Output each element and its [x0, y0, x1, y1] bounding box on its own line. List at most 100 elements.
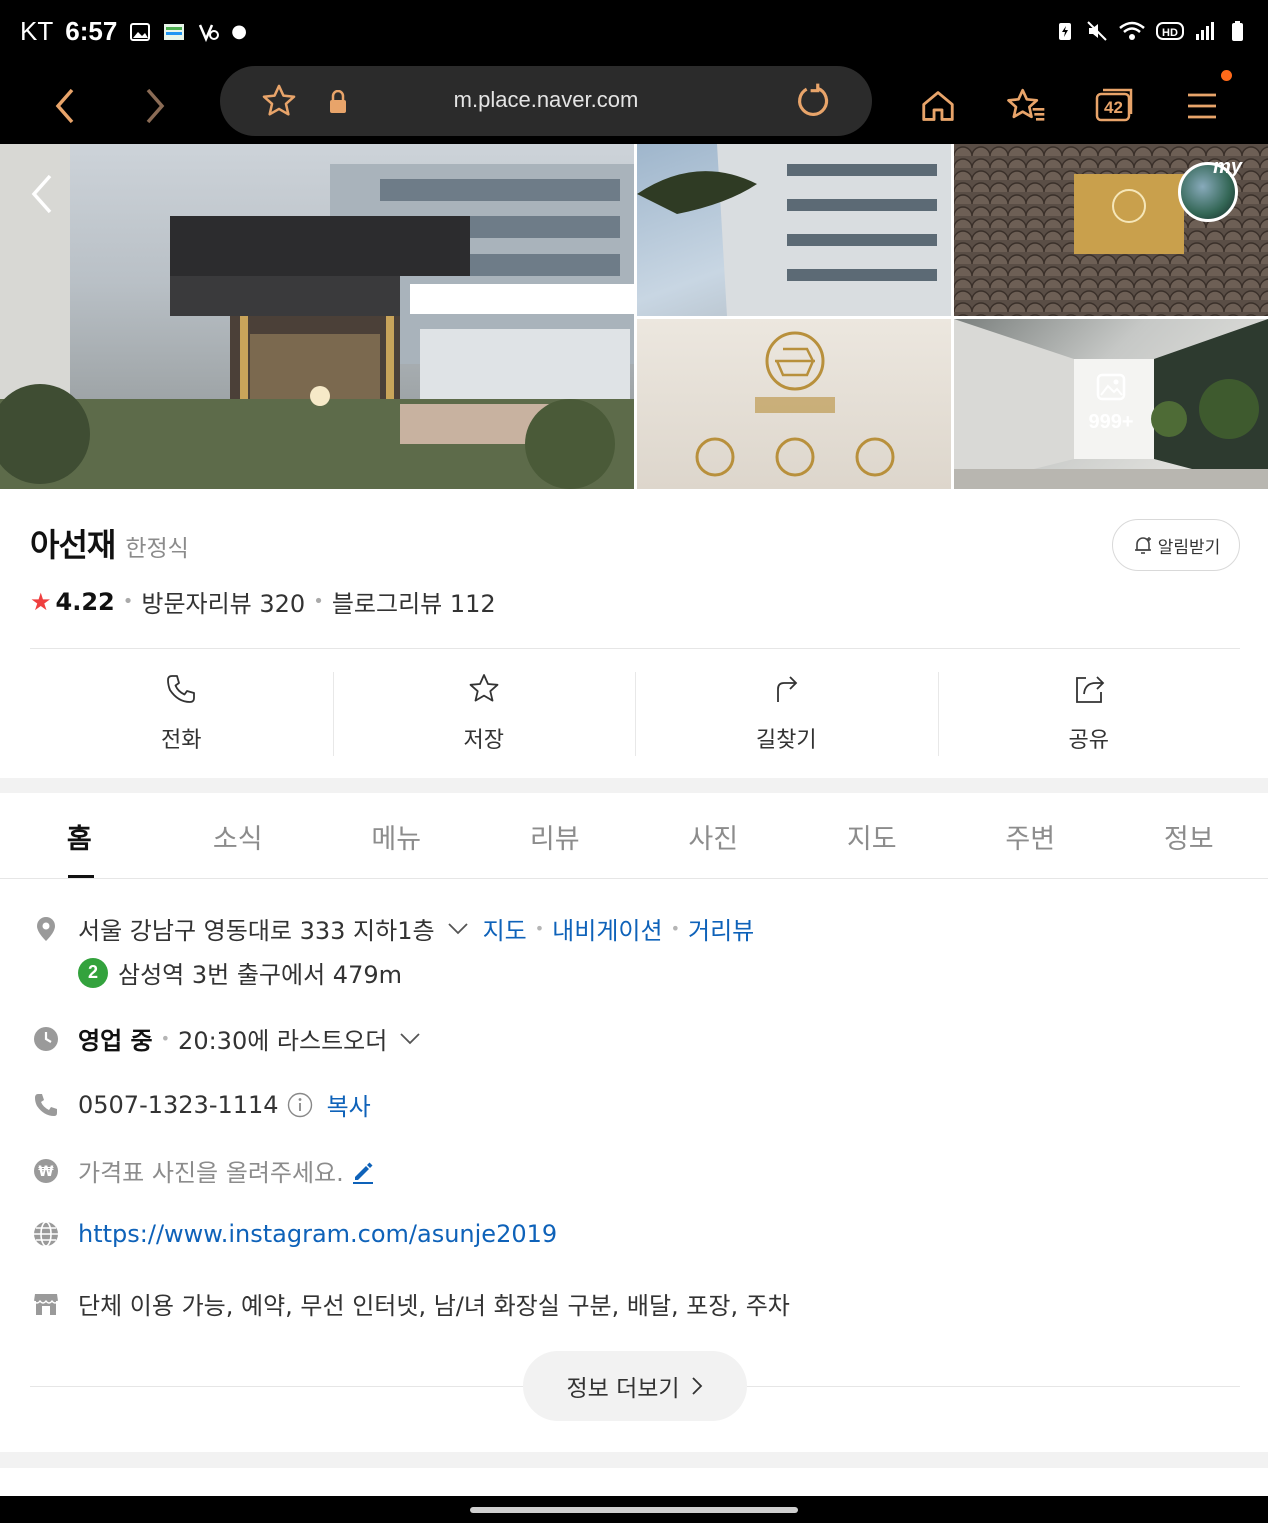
- home-button[interactable]: [910, 78, 966, 134]
- section-gap: [0, 778, 1268, 793]
- reload-icon[interactable]: [794, 82, 832, 120]
- home-gesture-handle[interactable]: [470, 1507, 798, 1513]
- svg-text:₩: ₩: [38, 1164, 54, 1180]
- navigation-link[interactable]: 내비게이션: [552, 911, 662, 946]
- sign-photo[interactable]: my: [954, 144, 1268, 316]
- amenities-text: 단체 이용 가능, 예약, 무선 인터넷, 남/녀 화장실 구분, 배달, 포장…: [78, 1292, 790, 1320]
- logo-photo[interactable]: [637, 319, 951, 489]
- location-pin-icon: [37, 916, 55, 941]
- rating-row: ★ 4.22 • 방문자리뷰 320 • 블로그리뷰 112: [30, 584, 496, 619]
- battery-icon: [1232, 21, 1243, 41]
- tab-menu[interactable]: 메뉴: [317, 793, 476, 878]
- place-category: 한정식: [125, 536, 189, 562]
- photo-back-chevron-icon[interactable]: [26, 172, 56, 216]
- globe-icon: [34, 1221, 58, 1247]
- url-text: m.place.naver.com: [453, 87, 639, 112]
- save-button[interactable]: 저장: [332, 672, 636, 756]
- visitor-reviews-link[interactable]: 방문자리뷰 320: [141, 584, 305, 619]
- photo-gallery: my 999+: [0, 144, 1268, 489]
- menu-button[interactable]: [1174, 78, 1230, 134]
- separator-dot: •: [160, 1029, 171, 1048]
- more-info-button[interactable]: 정보 더보기: [523, 1351, 747, 1421]
- amenities-row: 단체 이용 가능, 예약, 무선 인터넷, 남/녀 화장실 구분, 배달, 포장…: [32, 1286, 790, 1321]
- place-title: 아선재 한정식: [30, 520, 189, 566]
- save-label: 저장: [463, 728, 504, 753]
- divider: [30, 648, 1240, 649]
- home-icon: [922, 91, 954, 121]
- price-row: ₩ 가격표 사진을 올려주세요.: [32, 1153, 376, 1188]
- tab-map[interactable]: 지도: [793, 793, 952, 878]
- signal-icon: [1196, 22, 1214, 40]
- mute-icon: [1087, 21, 1107, 41]
- tab-bar: 홈 소식 메뉴 리뷰 사진 지도 주변 정보: [0, 793, 1268, 879]
- tab-photos[interactable]: 사진: [634, 793, 793, 878]
- chevron-down-icon[interactable]: [399, 1032, 421, 1046]
- separator-dot: •: [670, 919, 681, 938]
- logo-wall-image: [695, 331, 895, 477]
- share-icon: [1075, 676, 1105, 703]
- app-notification-icon: [164, 23, 185, 40]
- tab-nearby[interactable]: 주변: [951, 793, 1110, 878]
- chevron-right-icon: [146, 88, 165, 124]
- call-button[interactable]: 전화: [30, 672, 333, 756]
- directions-icon: [777, 676, 798, 702]
- section-gap: [0, 1452, 1268, 1468]
- building-photo[interactable]: [637, 144, 951, 316]
- separator-dot: •: [534, 919, 545, 938]
- status-bar: KT 6:57 ● HD: [0, 0, 1268, 66]
- clock: 6:57: [65, 16, 118, 46]
- phone-icon: [167, 675, 196, 703]
- phone-number[interactable]: 0507-1323-1114: [78, 1091, 279, 1119]
- tab-info[interactable]: 정보: [1110, 793, 1268, 878]
- rating-star-icon: ★: [30, 587, 52, 616]
- chevron-down-icon[interactable]: [447, 922, 469, 936]
- info-circle-icon[interactable]: [287, 1092, 313, 1118]
- main-photo[interactable]: [0, 144, 634, 489]
- place-name: 아선재: [30, 526, 116, 564]
- edit-pencil-icon[interactable]: [350, 1158, 376, 1184]
- browser-toolbar: m.place.naver.com 42: [0, 66, 1268, 144]
- hours-status: 영업 중: [78, 1027, 153, 1055]
- battery-saver-icon: [1059, 23, 1071, 40]
- tab-reviews[interactable]: 리뷰: [476, 793, 635, 878]
- price-upload-prompt[interactable]: 가격표 사진을 올려주세요.: [78, 1153, 344, 1188]
- tab-news[interactable]: 소식: [159, 793, 318, 878]
- address-row: 서울 강남구 영동대로 333 지하1층 지도 • 내비게이션 • 거리뷰: [32, 911, 754, 946]
- copy-phone-button[interactable]: 복사: [327, 1087, 371, 1122]
- bell-plus-icon: [1134, 537, 1151, 554]
- map-link[interactable]: 지도: [483, 911, 527, 946]
- bookmarks-button[interactable]: [998, 78, 1054, 134]
- directions-label: 길찾기: [755, 728, 817, 753]
- bookmarks-list-icon: [1007, 88, 1045, 121]
- share-label: 공유: [1068, 728, 1109, 753]
- wifi-icon: [1119, 21, 1145, 40]
- separator-dot: •: [313, 591, 324, 612]
- more-photos-count[interactable]: 999+: [954, 411, 1268, 434]
- share-button[interactable]: 공유: [937, 672, 1241, 756]
- chevron-right-icon: [691, 1377, 702, 1395]
- hours-row: 영업 중 • 20:30에 라스트오더: [32, 1021, 421, 1056]
- svg-text:HD: HD: [1162, 27, 1178, 39]
- website-row: https://www.instagram.com/asunje2019: [32, 1220, 557, 1248]
- alarm-subscribe-button[interactable]: 알림받기: [1112, 519, 1240, 571]
- street-view-link[interactable]: 거리뷰: [688, 911, 754, 946]
- phone-row: 0507-1323-1114 복사: [32, 1087, 371, 1122]
- directions-button[interactable]: 길찾기: [635, 672, 938, 756]
- gallery-notification-icon: [130, 22, 151, 41]
- browser-forward-button[interactable]: [127, 78, 183, 134]
- tab-home[interactable]: 홈: [0, 793, 159, 878]
- more-notifications-dot-icon: ●: [231, 21, 247, 42]
- website-link[interactable]: https://www.instagram.com/asunje2019: [78, 1220, 557, 1248]
- carrier-label: KT: [20, 16, 54, 46]
- blog-reviews-link[interactable]: 블로그리뷰 112: [332, 584, 496, 619]
- hallway-image: [954, 319, 1268, 489]
- building-image: [637, 144, 951, 316]
- hours-detail: 20:30에 라스트오더: [178, 1027, 388, 1055]
- interior-photo[interactable]: 999+: [954, 319, 1268, 489]
- chevron-left-icon: [55, 88, 74, 124]
- browser-back-button[interactable]: [37, 78, 93, 134]
- tab-count: 42: [1104, 98, 1123, 117]
- tabs-button[interactable]: 42: [1086, 78, 1142, 134]
- clock-icon: [34, 1026, 58, 1051]
- address-bar[interactable]: m.place.naver.com: [220, 66, 872, 136]
